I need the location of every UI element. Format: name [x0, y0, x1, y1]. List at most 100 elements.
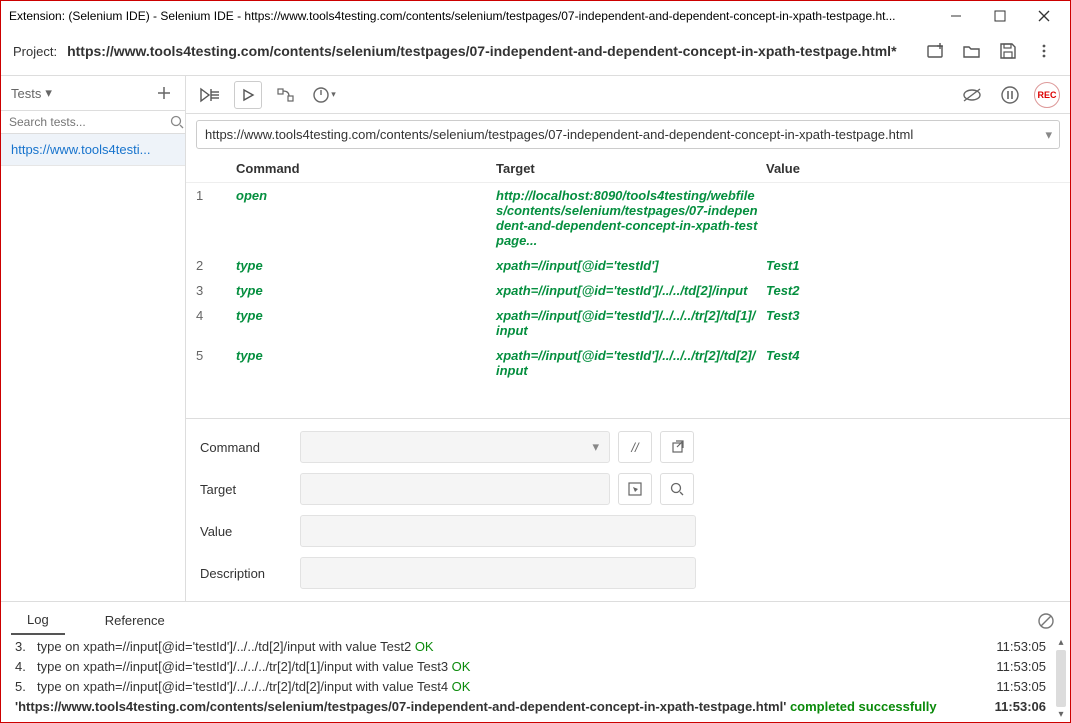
- tests-sidebar: Tests ▾ https://www.tools4testi...: [1, 76, 186, 601]
- row-target: http://localhost:8090/tools4testing/webf…: [496, 188, 766, 248]
- tests-header-label: Tests: [11, 86, 41, 101]
- description-label: Description: [200, 566, 290, 581]
- command-row[interactable]: 5typexpath=//input[@id='testId']/../../.…: [186, 343, 1070, 383]
- project-actions: [922, 37, 1058, 65]
- select-target-button[interactable]: [618, 473, 652, 505]
- command-grid[interactable]: 1openhttp://localhost:8090/tools4testing…: [186, 183, 1070, 418]
- command-label: Command: [200, 440, 290, 455]
- step-button[interactable]: [272, 81, 300, 109]
- header-command: Command: [236, 161, 496, 176]
- row-number: 5: [196, 348, 236, 363]
- log-panel: Log Reference ▴ ▾ 3.type on xpath=//inpu…: [1, 601, 1070, 722]
- row-number: 4: [196, 308, 236, 323]
- row-value: Test1: [766, 258, 1060, 273]
- command-form: Command // Target Value Description: [186, 418, 1070, 601]
- project-label: Project:: [13, 44, 57, 59]
- open-project-button[interactable]: [958, 37, 986, 65]
- description-input[interactable]: [300, 557, 696, 589]
- base-url-input[interactable]: [196, 120, 1060, 149]
- log-message: type on xpath=//input[@id='testId']/../.…: [37, 639, 994, 654]
- value-label: Value: [200, 524, 290, 539]
- log-index: 5.: [15, 679, 37, 694]
- command-row[interactable]: 2typexpath=//input[@id='testId']Test1: [186, 253, 1070, 278]
- tests-dropdown[interactable]: Tests ▾: [11, 85, 153, 101]
- toggle-command-button[interactable]: //: [618, 431, 652, 463]
- value-input[interactable]: [300, 515, 696, 547]
- log-index: 3.: [15, 639, 37, 654]
- row-target: xpath=//input[@id='testId']/../../../tr[…: [496, 308, 766, 338]
- search-tests: [1, 111, 185, 134]
- log-row: 4.type on xpath=//input[@id='testId']/..…: [15, 659, 1064, 674]
- window-titlebar: Extension: (Selenium IDE) - Selenium IDE…: [1, 1, 1070, 31]
- maximize-button[interactable]: [982, 2, 1018, 30]
- find-target-button[interactable]: [660, 473, 694, 505]
- row-value: Test3: [766, 308, 1060, 323]
- row-command: type: [236, 258, 496, 273]
- row-number: 3: [196, 283, 236, 298]
- log-message: type on xpath=//input[@id='testId']/../.…: [37, 659, 994, 674]
- chevron-down-icon: ▾: [45, 85, 52, 101]
- log-tabs: Log Reference: [1, 602, 1070, 635]
- base-url-row: ▾: [186, 114, 1070, 155]
- row-command: type: [236, 308, 496, 323]
- row-target: xpath=//input[@id='testId']: [496, 258, 766, 273]
- row-number: 1: [196, 188, 236, 203]
- run-current-button[interactable]: [234, 81, 262, 109]
- scroll-up-icon[interactable]: ▴: [1058, 637, 1063, 648]
- row-target: xpath=//input[@id='testId']/../../td[2]/…: [496, 283, 766, 298]
- editor-toolbar: ▾ REC: [186, 76, 1070, 114]
- search-icon: [170, 115, 184, 129]
- log-row: 3.type on xpath=//input[@id='testId']/..…: [15, 639, 1064, 654]
- command-select[interactable]: [300, 431, 610, 463]
- tab-log[interactable]: Log: [11, 606, 65, 635]
- command-row[interactable]: 3typexpath=//input[@id='testId']/../../t…: [186, 278, 1070, 303]
- pause-button[interactable]: [996, 81, 1024, 109]
- log-body: ▴ ▾ 3.type on xpath=//input[@id='testId'…: [1, 635, 1070, 722]
- row-number: 2: [196, 258, 236, 273]
- project-name: https://www.tools4testing.com/contents/s…: [67, 42, 912, 60]
- new-project-button[interactable]: [922, 37, 950, 65]
- row-target: xpath=//input[@id='testId']/../../../tr[…: [496, 348, 766, 378]
- command-row[interactable]: 1openhttp://localhost:8090/tools4testing…: [186, 183, 1070, 253]
- tests-header: Tests ▾: [1, 76, 185, 111]
- log-scrollbar[interactable]: ▴ ▾: [1054, 637, 1068, 720]
- save-project-button[interactable]: [994, 37, 1022, 65]
- command-grid-header: Command Target Value: [186, 155, 1070, 183]
- editor-panel: ▾ REC ▾ Command Target Value 1openhttp:/…: [186, 76, 1070, 601]
- target-input[interactable]: [300, 473, 610, 505]
- close-button[interactable]: [1026, 2, 1062, 30]
- main-area: Tests ▾ https://www.tools4testi... ▾ REC…: [1, 76, 1070, 601]
- project-header: Project: https://www.tools4testing.com/c…: [1, 31, 1070, 76]
- search-tests-input[interactable]: [9, 115, 164, 129]
- run-all-button[interactable]: [196, 81, 224, 109]
- scroll-down-icon[interactable]: ▾: [1058, 709, 1063, 720]
- speed-button[interactable]: ▾: [310, 81, 338, 109]
- header-value: Value: [766, 161, 1060, 176]
- row-value: Test2: [766, 283, 1060, 298]
- row-value: Test4: [766, 348, 1060, 363]
- window-title: Extension: (Selenium IDE) - Selenium IDE…: [9, 9, 938, 23]
- open-reference-button[interactable]: [660, 431, 694, 463]
- record-button[interactable]: REC: [1034, 82, 1060, 108]
- command-row[interactable]: 4typexpath=//input[@id='testId']/../../.…: [186, 303, 1070, 343]
- row-command: type: [236, 283, 496, 298]
- log-index: 4.: [15, 659, 37, 674]
- row-command: open: [236, 188, 496, 203]
- chevron-down-icon: ▾: [331, 89, 336, 100]
- add-test-button[interactable]: [153, 82, 175, 104]
- log-final: 'https://www.tools4testing.com/contents/…: [15, 699, 1064, 714]
- header-target: Target: [496, 161, 766, 176]
- scroll-thumb[interactable]: [1056, 650, 1066, 707]
- row-command: type: [236, 348, 496, 363]
- minimize-button[interactable]: [938, 2, 974, 30]
- tab-reference[interactable]: Reference: [89, 607, 181, 634]
- log-row: 5.type on xpath=//input[@id='testId']/..…: [15, 679, 1064, 694]
- log-final-message: 'https://www.tools4testing.com/contents/…: [15, 699, 994, 714]
- target-label: Target: [200, 482, 290, 497]
- clear-log-button[interactable]: [1032, 607, 1060, 635]
- log-message: type on xpath=//input[@id='testId']/../.…: [37, 679, 994, 694]
- more-menu-button[interactable]: [1030, 37, 1058, 65]
- disable-breakpoints-button[interactable]: [958, 81, 986, 109]
- window-controls: [938, 2, 1062, 30]
- test-item[interactable]: https://www.tools4testi...: [1, 134, 185, 166]
